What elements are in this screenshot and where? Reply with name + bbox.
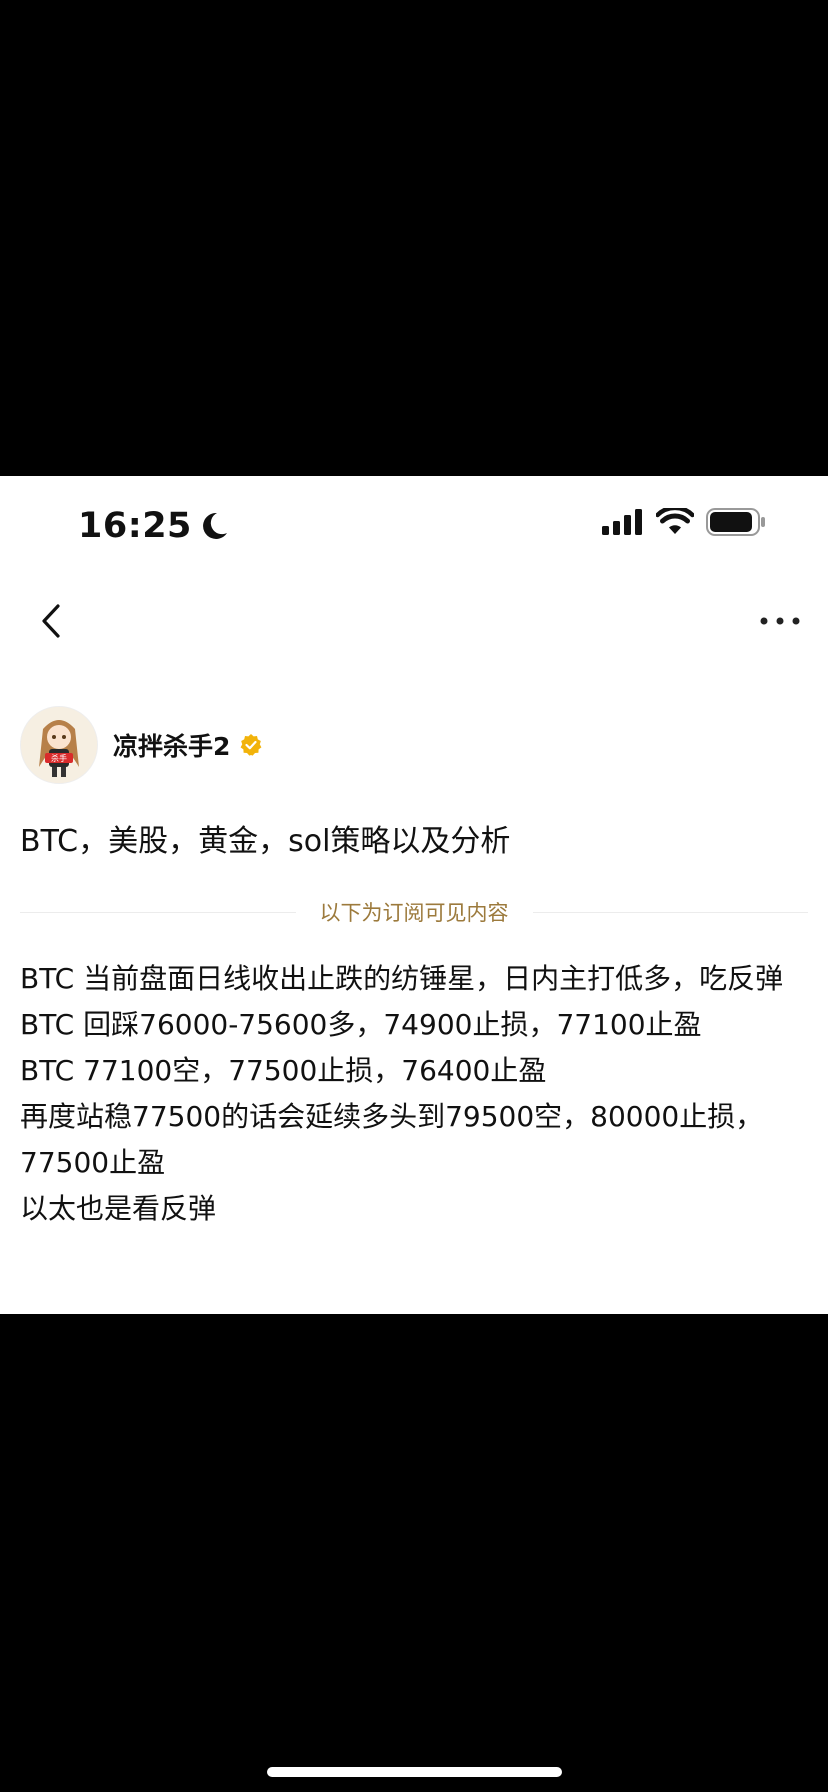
status-time-text: 16:25 (78, 506, 192, 546)
post-paragraph: BTC 回踩76000-75600多，74900止损，77100止盈 (20, 1008, 702, 1041)
author-row[interactable]: 杀手 凉拌杀手2 (20, 706, 263, 784)
post-title: BTC，美股，黄金，sol策略以及分析 (20, 824, 511, 859)
more-options-button[interactable] (752, 600, 808, 642)
avatar-image: 杀手 (21, 707, 97, 783)
status-icons (602, 508, 766, 536)
post-paragraph: 以太也是看反弹 (20, 1192, 217, 1225)
cellular-signal-icon (602, 509, 642, 535)
more-dots-icon (760, 617, 800, 625)
battery-icon (706, 508, 765, 536)
post-paragraph: BTC 77100空，77500止损，76400止盈 (20, 1054, 547, 1087)
moon-icon (202, 512, 227, 539)
back-button[interactable] (30, 600, 72, 642)
chevron-left-icon (42, 604, 60, 638)
author-name[interactable]: 凉拌杀手2 (113, 727, 230, 763)
status-time: 16:25 (78, 506, 228, 546)
post-body: BTC 当前盘面日线收出止跌的纺锤星，日内主打低多，吃反弹 BTC 回踩7600… (20, 956, 810, 1232)
app-screen: 16:25 杀手 凉拌杀手2 BTC，美股，黄金，sol策略以及分析 以下为订阅… (0, 476, 828, 1314)
divider-line-left (20, 911, 296, 913)
verified-badge-icon (241, 734, 262, 756)
subscription-divider: 以下为订阅可见内容 (20, 900, 808, 925)
home-indicator[interactable] (267, 1767, 562, 1777)
post-paragraph: 再度站稳77500的话会延续多头到79500空，80000止损，77500止盈 (20, 1100, 764, 1179)
avatar[interactable]: 杀手 (20, 706, 98, 784)
wifi-icon (656, 508, 694, 534)
divider-line-right (532, 911, 808, 913)
subscription-divider-label: 以下为订阅可见内容 (319, 901, 509, 925)
post-paragraph: BTC 当前盘面日线收出止跌的纺锤星，日内主打低多，吃反弹 (20, 962, 784, 995)
avatar-text: 杀手 (51, 753, 67, 763)
